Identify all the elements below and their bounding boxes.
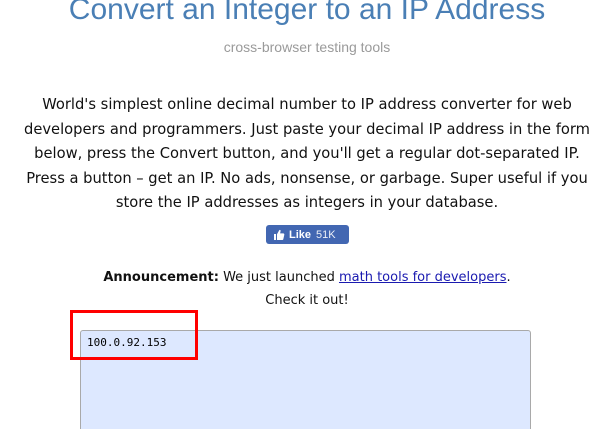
math-tools-link[interactable]: math tools for developers xyxy=(339,270,507,285)
ip-input-textarea[interactable]: 100.0.92.153 xyxy=(80,330,531,429)
announcement-line-1: Announcement: We just launched math tool… xyxy=(60,266,554,289)
announcement-label: Announcement: xyxy=(103,270,219,285)
like-label: Like xyxy=(289,228,312,241)
announcement-text-before: We just launched xyxy=(218,270,339,285)
announcement: Announcement: We just launched math tool… xyxy=(60,266,554,312)
thumbs-up-icon xyxy=(273,229,285,241)
announcement-line-2: Check it out! xyxy=(265,293,349,308)
page-subtitle: cross-browser testing tools xyxy=(223,39,391,55)
like-count: 51K xyxy=(316,228,336,241)
intro-paragraph: World's simplest online decimal number t… xyxy=(24,96,590,212)
facebook-like-button[interactable]: Like 51K xyxy=(266,225,349,244)
page-title: Convert an Integer to an IP Address xyxy=(68,0,546,26)
page: Convert an Integer to an IP Address cros… xyxy=(0,0,606,429)
announcement-text-after: . xyxy=(506,270,511,285)
